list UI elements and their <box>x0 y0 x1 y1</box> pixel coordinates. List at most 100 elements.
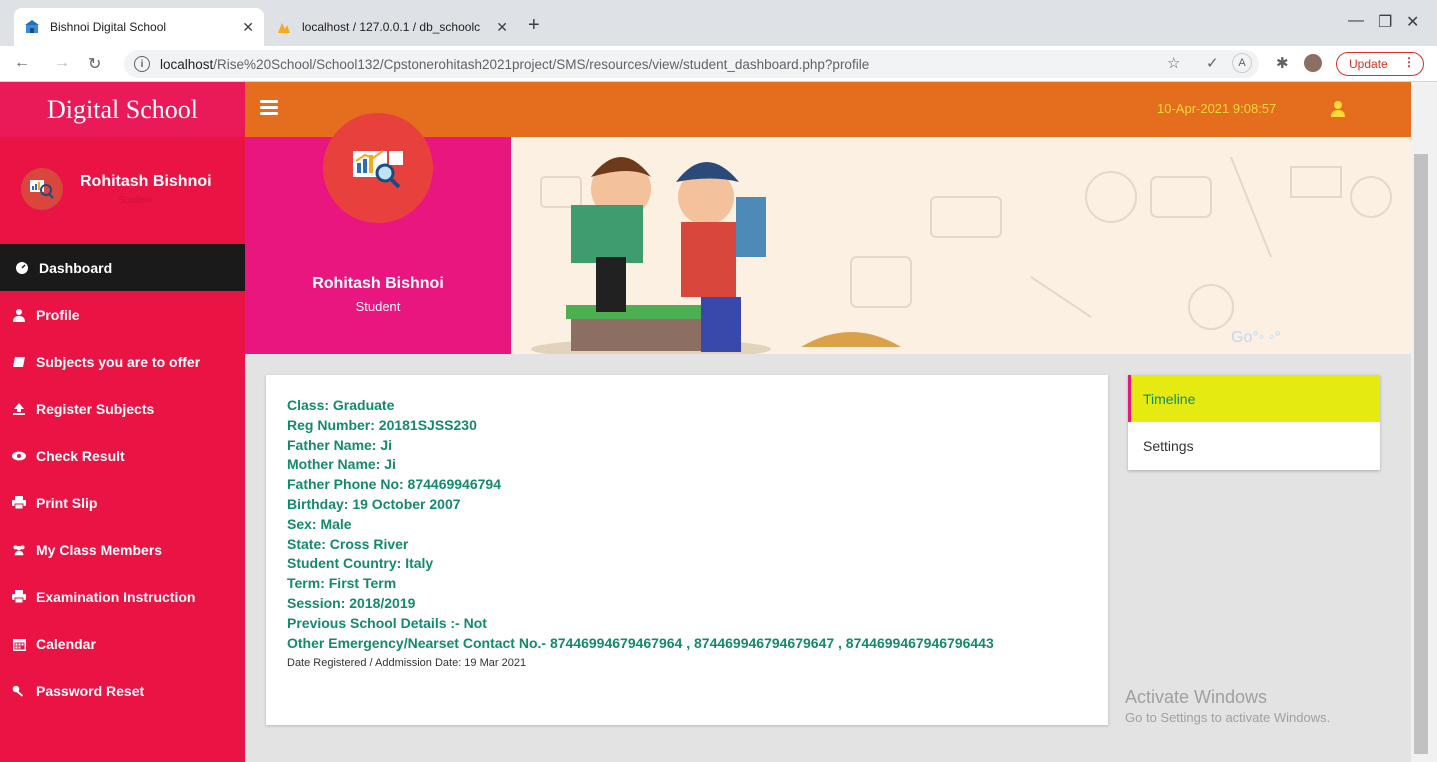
bookmark-star-icon[interactable]: ☆ <box>1167 54 1180 72</box>
url-path: /Rise%20School/School132/Cpstonerohitash… <box>213 56 870 72</box>
phpmyadmin-favicon-icon <box>276 19 292 35</box>
sidebar-item-label: Password Reset <box>36 682 145 699</box>
student-info-card: Class: Graduate Reg Number: 20181SJSS230… <box>266 375 1108 725</box>
url-host: localhost <box>160 56 214 72</box>
profile-name: Rohitash Bishnoi <box>312 275 444 292</box>
info-mother-name: Mother Name: Ji <box>287 456 396 473</box>
info-term: Term: First Term <box>287 575 397 592</box>
reload-icon[interactable]: ↻ <box>88 54 101 74</box>
sidebar-item-label: Register Subjects <box>36 400 155 417</box>
profile-side-menu: Timeline Settings <box>1128 375 1380 470</box>
banner-illustration: Go°◦ ◦° <box>511 137 1411 354</box>
eye-icon <box>12 449 26 463</box>
sidebar-item-label: Dashboard <box>39 259 113 276</box>
close-icon[interactable]: ✕ <box>242 19 254 36</box>
sidebar-item-class-members[interactable]: My Class Members <box>0 526 245 573</box>
dashboard-icon <box>15 261 29 275</box>
sidebar-user-panel: Rohitash Bishnoi Student <box>0 137 245 244</box>
url-input[interactable]: i localhost/Rise%20School/School132/Cpst… <box>124 50 1259 78</box>
back-icon[interactable]: ← <box>14 54 30 72</box>
browser-tab-bar: Bishnoi Digital School ✕ localhost / 127… <box>0 0 1437 46</box>
hamburger-menu-icon[interactable] <box>260 100 278 116</box>
window-close-icon[interactable]: ✕ <box>1406 12 1419 32</box>
sidebar-item-label: Profile <box>36 306 80 323</box>
book-icon <box>12 355 26 369</box>
info-country: Student Country: Italy <box>287 555 434 572</box>
sidebar-item-calendar[interactable]: Calendar <box>0 620 245 667</box>
profile-card: Rohitash Bishnoi Student <box>245 113 511 354</box>
profile-avatar-icon[interactable] <box>1304 54 1322 72</box>
sidebar-item-subjects[interactable]: Subjects you are to offer <box>0 338 245 385</box>
sidebar-item-dashboard[interactable]: Dashboard <box>0 244 245 291</box>
address-bar: ← → ↻ i localhost/Rise%20School/School13… <box>0 46 1437 82</box>
info-state: State: Cross River <box>287 535 409 552</box>
brand-logo[interactable]: Digital School <box>0 82 245 137</box>
info-registered-date: Date Registered / Addmission Date: 19 Ma… <box>287 657 527 670</box>
update-label: Update <box>1349 57 1388 71</box>
windows-activation-watermark: Activate Windows Go to Settings to activ… <box>1125 687 1330 725</box>
scrollbar-thumb[interactable] <box>1414 154 1428 754</box>
user-icon <box>12 308 26 322</box>
sidebar: Rohitash Bishnoi Student Dashboard Profi… <box>0 137 245 762</box>
sidebar-item-label: Subjects you are to offer <box>36 353 201 370</box>
sidebar-item-label: Check Result <box>36 447 125 464</box>
check-extension-icon[interactable]: ✓ <box>1206 54 1219 72</box>
sidebar-item-register-subjects[interactable]: Register Subjects <box>0 385 245 432</box>
key-icon <box>12 684 26 698</box>
sidebar-item-print-slip[interactable]: Print Slip <box>0 479 245 526</box>
sidebar-item-label: My Class Members <box>36 541 163 558</box>
sidebar-item-check-result[interactable]: Check Result <box>0 432 245 479</box>
puzzle-icon[interactable]: ✱ <box>1276 54 1289 72</box>
new-tab-icon[interactable]: + <box>528 14 540 37</box>
sidebar-item-profile[interactable]: Profile <box>0 291 245 338</box>
tab-title: Bishnoi Digital School <box>50 20 167 34</box>
browser-tab-inactive[interactable]: localhost / 127.0.0.1 / db_schoolc ✕ <box>266 8 518 46</box>
svg-text:Go°◦ ◦°: Go°◦ ◦° <box>1231 329 1281 346</box>
sidebar-user-name: Rohitash Bishnoi <box>80 173 212 190</box>
info-sex: Sex: Male <box>287 515 352 532</box>
sidebar-item-password-reset[interactable]: Password Reset <box>0 667 245 714</box>
sidebar-item-exam-instruction[interactable]: Examination Instruction <box>0 573 245 620</box>
sidebar-nav: Dashboard Profile Subjects you are to of… <box>0 244 245 714</box>
school-favicon-icon <box>24 19 40 35</box>
main-content: Rohitash Bishnoi Student Go°◦ ◦° Class: … <box>245 113 1411 762</box>
tab-title: localhost / 127.0.0.1 / db_schoolc <box>302 20 481 34</box>
minimize-icon[interactable]: — <box>1348 12 1364 30</box>
info-session: Session: 2018/2019 <box>287 594 416 611</box>
extension-a-icon[interactable]: A <box>1232 53 1252 73</box>
sidebar-item-label: Examination Instruction <box>36 588 196 605</box>
print-icon <box>12 496 26 510</box>
calendar-icon <box>12 637 26 651</box>
profile-role: Student <box>355 299 401 314</box>
info-class: Class: Graduate <box>287 397 395 413</box>
info-icon[interactable]: i <box>134 56 150 72</box>
profile-photo <box>323 113 433 223</box>
restore-icon[interactable]: ❐ <box>1378 12 1392 32</box>
info-father-phone: Father Phone No: 874469946794 <box>287 476 501 493</box>
info-previous-school: Previous School Details :- Not <box>287 614 487 631</box>
top-navbar: 10-Apr-2021 9:08:57 <box>245 82 1411 137</box>
sidebar-item-label: Calendar <box>36 635 96 652</box>
close-icon[interactable]: ✕ <box>496 19 508 36</box>
tab-settings[interactable]: Settings <box>1128 422 1380 469</box>
avatar <box>21 168 63 210</box>
info-emergency-contact: Other Emergency/Nearset Contact No.- 874… <box>287 634 994 651</box>
more-vert-icon: ⋮ <box>1403 55 1415 69</box>
watermark-title: Activate Windows <box>1125 687 1268 707</box>
info-father-name: Father Name: Ji <box>287 436 393 453</box>
page-scrollbar[interactable] <box>1411 82 1437 762</box>
tab-timeline[interactable]: Timeline <box>1128 375 1380 422</box>
sidebar-item-label: Print Slip <box>36 494 98 511</box>
forward-icon[interactable]: → <box>54 54 70 72</box>
user-menu-icon[interactable] <box>1330 100 1346 118</box>
sidebar-user-role: Student <box>118 195 153 206</box>
update-button[interactable]: Update ⋮ <box>1336 52 1424 76</box>
info-reg-number: Reg Number: 20181SJSS230 <box>287 416 477 433</box>
info-birthday: Birthday: 19 October 2007 <box>287 495 461 512</box>
browser-tab-active[interactable]: Bishnoi Digital School ✕ <box>14 8 264 46</box>
users-icon <box>12 543 26 557</box>
current-datetime: 10-Apr-2021 9:08:57 <box>1157 101 1277 116</box>
upload-icon <box>12 402 26 416</box>
watermark-subtitle: Go to Settings to activate Windows. <box>1125 710 1331 725</box>
print-icon <box>12 590 26 604</box>
